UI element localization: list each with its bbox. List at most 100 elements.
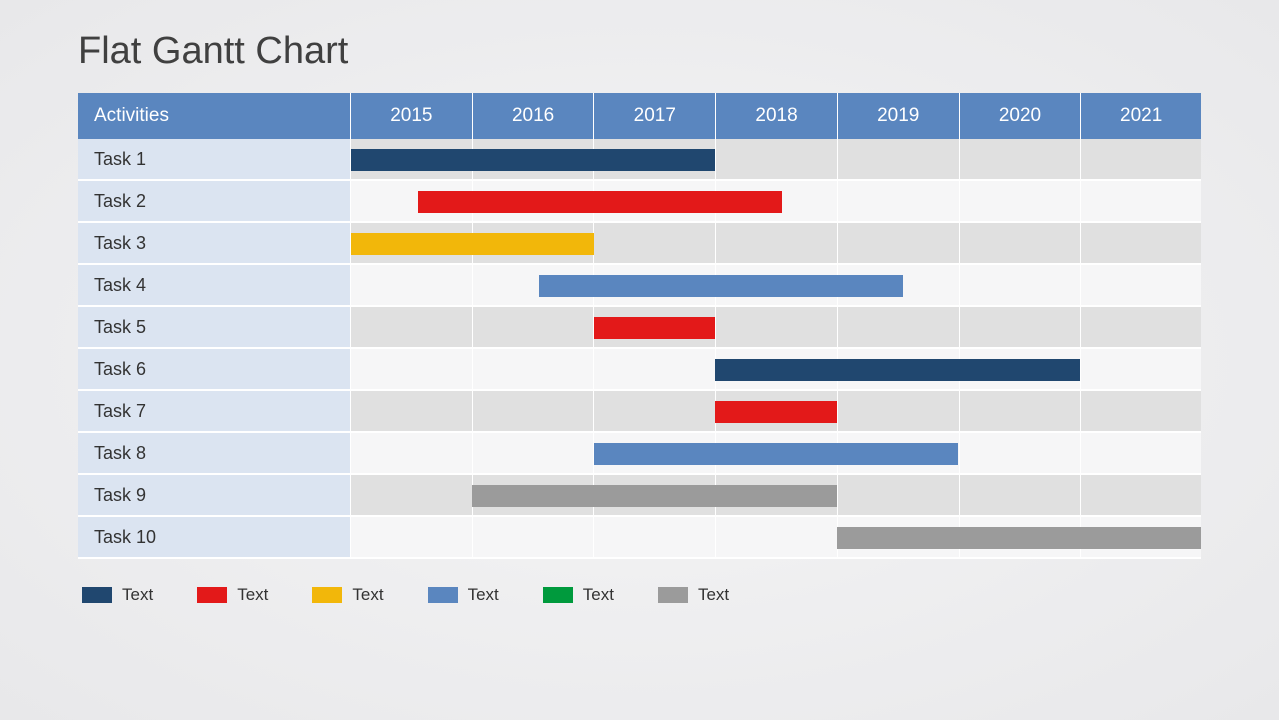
table-row: Task 10 — [78, 517, 1201, 559]
header-year: 2021 — [1081, 93, 1201, 139]
task-label: Task 2 — [78, 181, 351, 223]
year-cell — [716, 517, 838, 559]
legend: Text Text Text Text Text Text — [78, 585, 1201, 605]
year-cell — [1081, 181, 1201, 223]
slide: Flat Gantt Chart Activities 201520162017… — [0, 0, 1279, 720]
year-cell — [960, 223, 1082, 265]
year-cell — [351, 517, 473, 559]
task-label: Task 9 — [78, 475, 351, 517]
legend-label: Text — [237, 585, 268, 605]
year-cell — [838, 223, 960, 265]
legend-swatch — [428, 587, 458, 603]
gantt-bar — [472, 485, 836, 507]
year-cell — [960, 139, 1082, 181]
legend-item: Text — [312, 585, 383, 605]
legend-label: Text — [122, 585, 153, 605]
gantt-bar — [594, 443, 958, 465]
year-cell — [594, 517, 716, 559]
year-cell — [1081, 475, 1201, 517]
table-row: Task 6 — [78, 349, 1201, 391]
header-year: 2016 — [473, 93, 595, 139]
gantt-bar — [351, 149, 715, 171]
year-cell — [960, 433, 1082, 475]
year-cell — [473, 391, 595, 433]
legend-item: Text — [197, 585, 268, 605]
gantt-bar — [418, 191, 782, 213]
legend-label: Text — [583, 585, 614, 605]
year-cell — [960, 307, 1082, 349]
year-cell — [473, 307, 595, 349]
task-label: Task 4 — [78, 265, 351, 307]
year-cell — [1081, 265, 1201, 307]
year-cell — [1081, 223, 1201, 265]
year-cell — [351, 181, 473, 223]
legend-label: Text — [698, 585, 729, 605]
year-cell — [351, 307, 473, 349]
year-cell — [960, 475, 1082, 517]
task-label: Task 8 — [78, 433, 351, 475]
year-cell — [351, 349, 473, 391]
task-label: Task 6 — [78, 349, 351, 391]
legend-swatch — [658, 587, 688, 603]
year-cell — [838, 307, 960, 349]
legend-item: Text — [428, 585, 499, 605]
legend-swatch — [543, 587, 573, 603]
header-year: 2018 — [716, 93, 838, 139]
year-cell — [960, 265, 1082, 307]
year-cell — [351, 223, 473, 265]
gantt-bar — [715, 359, 1079, 381]
header-year: 2020 — [960, 93, 1082, 139]
table-row: Task 5 — [78, 307, 1201, 349]
header-year: 2017 — [594, 93, 716, 139]
table-row: Task 4 — [78, 265, 1201, 307]
legend-swatch — [82, 587, 112, 603]
year-cell — [1081, 139, 1201, 181]
year-cell — [838, 475, 960, 517]
page-title: Flat Gantt Chart — [78, 30, 1201, 73]
year-cell — [716, 139, 838, 181]
header-year: 2019 — [838, 93, 960, 139]
table-row: Task 8 — [78, 433, 1201, 475]
table-row: Task 2 — [78, 181, 1201, 223]
task-label: Task 7 — [78, 391, 351, 433]
year-cell — [351, 391, 473, 433]
year-cell — [351, 139, 473, 181]
table-row: Task 7 — [78, 391, 1201, 433]
gantt-chart: Activities 2015201620172018201920202021 … — [78, 93, 1201, 559]
legend-item: Text — [543, 585, 614, 605]
legend-swatch — [197, 587, 227, 603]
year-cell — [838, 181, 960, 223]
table-row: Task 9 — [78, 475, 1201, 517]
year-cell — [1081, 307, 1201, 349]
gantt-bar — [594, 317, 715, 339]
year-cell — [594, 223, 716, 265]
gantt-header-row: Activities 2015201620172018201920202021 — [78, 93, 1201, 139]
year-cell — [716, 307, 838, 349]
task-label: Task 1 — [78, 139, 351, 181]
year-cell — [473, 433, 595, 475]
year-cell — [594, 391, 716, 433]
task-label: Task 5 — [78, 307, 351, 349]
gantt-bar — [715, 401, 836, 423]
year-cell — [716, 223, 838, 265]
legend-swatch — [312, 587, 342, 603]
year-cell — [1081, 391, 1201, 433]
legend-item: Text — [658, 585, 729, 605]
year-cell — [594, 349, 716, 391]
gantt-bar — [539, 275, 903, 297]
legend-label: Text — [352, 585, 383, 605]
year-cell — [1081, 349, 1201, 391]
year-cell — [351, 475, 473, 517]
legend-label: Text — [468, 585, 499, 605]
task-label: Task 3 — [78, 223, 351, 265]
year-cell — [473, 517, 595, 559]
gantt-body: Task 1Task 2Task 3Task 4Task 5Task 6Task… — [78, 139, 1201, 559]
gantt-bar — [351, 233, 594, 255]
gantt-bar — [837, 527, 1201, 549]
table-row: Task 3 — [78, 223, 1201, 265]
legend-item: Text — [82, 585, 153, 605]
year-cell — [473, 349, 595, 391]
task-label: Task 10 — [78, 517, 351, 559]
header-year: 2015 — [351, 93, 473, 139]
year-cell — [960, 391, 1082, 433]
